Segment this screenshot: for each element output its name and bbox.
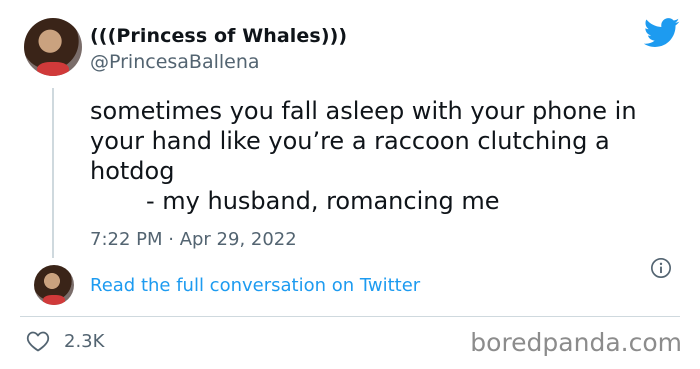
watermark: boredpanda.com [470,328,682,357]
thread-line [52,88,54,258]
read-conversation-link[interactable]: Read the full conversation on Twitter [90,275,420,296]
tweet-signature: - my husband, romancing me [146,187,500,215]
like-count[interactable]: 2.3K [64,331,104,352]
tweet-text: sometimes you fall asleep with your phon… [90,96,690,216]
twitter-bird-icon[interactable] [644,18,680,48]
tweet-timestamp[interactable]: 7:22 PM · Apr 29, 2022 [90,229,297,250]
author-avatar[interactable] [24,18,82,76]
reply-avatar[interactable] [34,265,74,305]
author-handle[interactable]: @PrincesaBallena [90,51,260,73]
heart-icon[interactable] [26,330,50,352]
tweet-line: sometimes you fall asleep with your phon… [90,97,637,125]
tweet-line: hotdog [90,157,175,185]
author-display-name[interactable]: (((Princess of Whales))) [90,25,347,47]
info-icon[interactable] [650,257,672,279]
divider [20,316,680,317]
tweet-line: your hand like you’re a raccoon clutchin… [90,127,610,155]
